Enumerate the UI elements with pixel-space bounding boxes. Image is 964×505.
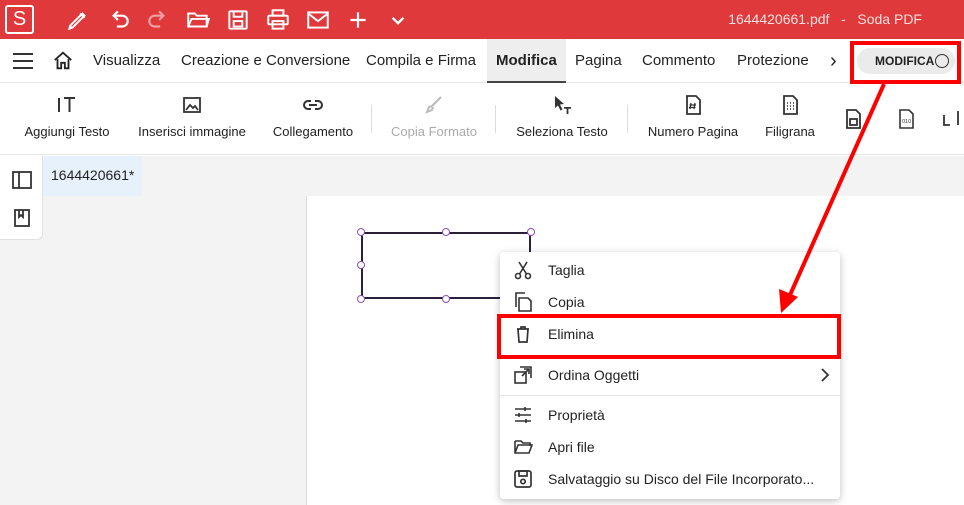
submenu-chevron-icon: [818, 367, 832, 383]
menu-protezione[interactable]: Protezione: [737, 39, 809, 83]
insert-image-button[interactable]: Inserisci immagine: [130, 83, 254, 155]
thumbnails-panel-icon[interactable]: [11, 169, 33, 191]
hamburger-icon[interactable]: [12, 52, 34, 70]
left-side-panel: [0, 156, 43, 240]
print-icon[interactable]: [265, 7, 291, 33]
pen-icon[interactable]: [65, 7, 91, 33]
resize-handle[interactable]: [442, 295, 450, 303]
overflow-tool-icon[interactable]: [940, 107, 964, 131]
save-icon[interactable]: [225, 7, 251, 33]
soda-logo: S: [5, 5, 34, 34]
copy-icon: [513, 292, 533, 312]
context-item-label: Taglia: [548, 262, 585, 278]
add-text-icon: [55, 93, 79, 117]
context-item-label: Ordina Oggetti: [548, 367, 640, 383]
menu-modifica[interactable]: Modifica: [487, 39, 566, 83]
copy-format-button: Copia Formato: [385, 83, 483, 155]
copy-format-label: Copia Formato: [391, 124, 477, 139]
mail-icon[interactable]: [305, 7, 331, 33]
annotation-highlight-toggle: [850, 41, 961, 84]
insert-image-label: Inserisci immagine: [138, 124, 246, 139]
link-icon: [301, 93, 325, 117]
annotation-highlight-elimina: [497, 314, 841, 359]
select-text-icon: [550, 93, 574, 117]
menu-more-chevron[interactable]: ›: [830, 39, 837, 83]
sliders-icon: [513, 405, 533, 425]
add-text-label: Aggiungi Testo: [24, 124, 110, 139]
resize-handle[interactable]: [357, 261, 365, 269]
page-number-icon: [681, 93, 705, 117]
resize-handle[interactable]: [357, 228, 365, 236]
binary-file-icon[interactable]: 010: [894, 107, 918, 131]
arrange-icon: [513, 365, 533, 385]
context-menu: Taglia Copia Elimina Ordina Oggetti Prop…: [500, 252, 840, 499]
folder-open-icon: [513, 437, 534, 457]
page-number-button[interactable]: Numero Pagina: [643, 83, 743, 155]
menu-divider: [500, 395, 840, 396]
chevron-down-icon[interactable]: [385, 7, 411, 33]
plus-icon[interactable]: [345, 7, 371, 33]
document-tab-strip: 1644420661*: [43, 156, 964, 196]
resize-handle[interactable]: [527, 228, 535, 236]
open-folder-icon[interactable]: [185, 7, 211, 33]
context-item-label: Copia: [548, 294, 585, 310]
title-bar: S 1644420661.pdf - Soda PDF: [0, 0, 964, 39]
menu-commento[interactable]: Commento: [642, 39, 715, 83]
context-item-ordina-oggetti[interactable]: Ordina Oggetti: [500, 359, 840, 391]
page-number-label: Numero Pagina: [647, 124, 739, 139]
context-item-label: Proprietà: [548, 407, 605, 423]
bookmark-panel-icon[interactable]: [11, 207, 33, 229]
menu-bar: Visualizza Creazione e Conversione Compi…: [0, 39, 964, 83]
resize-handle[interactable]: [357, 295, 365, 303]
svg-text:010: 010: [902, 119, 911, 125]
select-text-label: Seleziona Testo: [516, 124, 608, 139]
brush-icon: [422, 93, 446, 117]
menu-pagina[interactable]: Pagina: [575, 39, 622, 83]
select-text-button[interactable]: Seleziona Testo: [510, 83, 614, 155]
toolbar-separator: [495, 105, 496, 133]
ribbon-toolbar: Aggiungi Testo Inserisci immagine Colleg…: [0, 83, 964, 155]
home-icon[interactable]: [52, 50, 74, 72]
image-icon: [180, 93, 204, 117]
toolbar-separator: [627, 105, 628, 133]
context-item-label: Apri file: [548, 439, 595, 455]
watermark-icon: [778, 93, 802, 117]
link-label: Collegamento: [272, 124, 354, 139]
context-item-label: Salvataggio su Disco del File Incorporat…: [548, 471, 815, 487]
disk-icon: [513, 469, 533, 489]
undo-icon[interactable]: [106, 7, 132, 33]
add-text-button[interactable]: Aggiungi Testo: [18, 83, 116, 155]
menu-creazione-conversione[interactable]: Creazione e Conversione: [181, 39, 350, 83]
toolbar-separator: [371, 105, 372, 133]
menu-visualizza[interactable]: Visualizza: [93, 39, 160, 83]
resize-handle[interactable]: [442, 228, 450, 236]
document-tab[interactable]: 1644420661*: [43, 156, 142, 196]
redo-icon: [145, 7, 171, 33]
window-title: 1644420661.pdf - Soda PDF: [728, 11, 922, 27]
scissors-icon: [513, 260, 533, 280]
link-button[interactable]: Collegamento: [266, 83, 360, 155]
context-item-apri-file[interactable]: Apri file: [500, 431, 840, 463]
menu-compila-firma[interactable]: Compila e Firma: [366, 39, 476, 83]
context-item-proprieta[interactable]: Proprietà: [500, 399, 840, 431]
context-item-taglia[interactable]: Taglia: [500, 254, 840, 286]
document-save-icon[interactable]: [841, 107, 865, 131]
watermark-button[interactable]: Filigrana: [756, 83, 824, 155]
watermark-label: Filigrana: [765, 124, 815, 139]
context-item-salvataggio[interactable]: Salvataggio su Disco del File Incorporat…: [500, 463, 840, 495]
